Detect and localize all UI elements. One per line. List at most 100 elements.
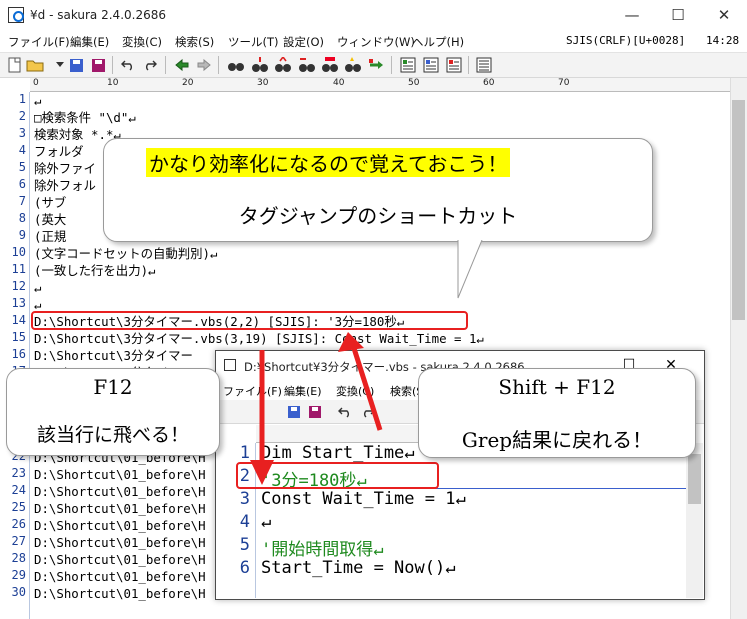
line-number: 10 (11, 245, 26, 259)
search-icon[interactable] (226, 55, 246, 75)
line-number: 29 (11, 568, 26, 582)
w2-line-number: 6 (239, 558, 250, 578)
settings-icon[interactable] (474, 55, 494, 75)
toolbar-separator (165, 56, 166, 74)
jump-back-icon[interactable] (172, 55, 192, 75)
outline-icon[interactable] (398, 55, 418, 75)
callout-right-key: Shift + F12 (498, 375, 616, 399)
line14-highlight-box (31, 311, 468, 330)
file-icon (224, 359, 236, 371)
menu-settings[interactable]: 設定(O) (283, 34, 324, 50)
ruler-label: 50 (408, 78, 420, 88)
search-next-icon[interactable] (250, 55, 270, 75)
editor-line: D:\Shortcut\01_before\H (34, 518, 206, 533)
line-number: 27 (11, 534, 26, 548)
line-number: 26 (11, 517, 26, 531)
line-number: 28 (11, 551, 26, 565)
status-encoding: SJIS(CRLF)[U+0028] (566, 34, 686, 47)
mark-icon[interactable] (320, 55, 340, 75)
editor-line: □検索条件 "\d"↵ (34, 110, 136, 125)
compare-icon[interactable] (421, 55, 441, 75)
undo-icon[interactable] (118, 55, 138, 75)
ruler-label: 0 (33, 78, 39, 88)
redo-icon[interactable] (140, 55, 160, 75)
line-number: 6 (18, 177, 26, 191)
status-time: 14:28 (706, 34, 740, 47)
editor-line: D:\Shortcut\01_before\H (34, 484, 206, 499)
new-file-icon[interactable] (5, 55, 25, 75)
editor-line: 除外フォル (34, 178, 96, 193)
ruler-label: 20 (182, 78, 194, 88)
second-window-scrollbar-thumb[interactable] (688, 454, 701, 504)
editor-line: D:\Shortcut\01_before\H (34, 569, 206, 584)
editor-line: ↵ (34, 280, 42, 295)
jump-forward-icon[interactable] (194, 55, 214, 75)
arrows-overlay (250, 332, 383, 485)
w2-line-number: 5 (239, 535, 250, 555)
ruler-label: 70 (558, 78, 570, 88)
line-number: 24 (11, 483, 26, 497)
line-number: 14 (11, 313, 26, 327)
line-number: 15 (11, 330, 26, 344)
editor-line: (一致した行を出力)↵ (34, 263, 156, 278)
callout-right-text: Grep結果に戻れる！ (461, 428, 653, 452)
menu-help[interactable]: ヘルプ(H) (412, 34, 464, 50)
line-number: 2 (18, 109, 26, 123)
editor-line: D:\Shortcut\3分タイマー (34, 348, 193, 363)
grep-icon[interactable] (343, 55, 363, 75)
ruler-label: 60 (483, 78, 495, 88)
editor-line: ↵ (34, 93, 42, 108)
up-arrow (349, 341, 383, 431)
toolbar-separator (218, 56, 219, 74)
line-number: 4 (18, 143, 26, 157)
up-arrow-head (338, 332, 364, 352)
save-all-icon[interactable] (88, 55, 108, 75)
search-prev-icon[interactable] (273, 55, 293, 75)
line-number: 11 (11, 262, 26, 276)
callout-left-key: F12 (93, 375, 133, 399)
line-number: 25 (11, 500, 26, 514)
line-number: 30 (11, 585, 26, 599)
menu-edit[interactable]: 編集(E) (70, 34, 109, 50)
ruler-label: 10 (107, 78, 119, 88)
tag-jump-icon[interactable] (367, 55, 387, 75)
menu-search[interactable]: 検索(S) (175, 34, 214, 50)
close-button[interactable]: ✕ (701, 0, 747, 30)
editor-line: (正規 (34, 229, 67, 244)
menu-tools[interactable]: ツール(T) (228, 34, 279, 50)
editor-line: D:\Shortcut\01_before\H (34, 501, 206, 516)
menu-file[interactable]: ファイル(F) (8, 34, 70, 50)
callout-top-title: かなり効率化になるので覚えておこう！ (146, 148, 511, 177)
ruler-label: 40 (333, 78, 345, 88)
line-number: 23 (11, 466, 26, 480)
function-list-icon[interactable] (444, 55, 464, 75)
editor-line: D:\Shortcut\01_before\H (34, 535, 206, 550)
editor-line: (文字コードセットの自動判別)↵ (34, 246, 218, 261)
toolbar-separator (112, 56, 113, 74)
toolbar-separator (468, 56, 469, 74)
editor-line: D:\Shortcut\01_before\H (34, 467, 206, 482)
line-number: 13 (11, 296, 26, 310)
app-search-icon (8, 7, 24, 23)
down-arrow-head (250, 460, 274, 485)
open-folder-icon[interactable] (25, 55, 45, 75)
line-number: 1 (18, 92, 26, 106)
menu-convert[interactable]: 変換(C) (122, 34, 162, 50)
minimize-button[interactable]: — (609, 0, 655, 30)
editor-line: D:\Shortcut\01_before\H (34, 586, 206, 601)
replace-icon[interactable] (297, 55, 317, 75)
maximize-button[interactable]: ☐ (655, 0, 701, 30)
w2-editor-line: Start_Time = Now()↵ (261, 558, 456, 578)
save-icon[interactable] (66, 55, 86, 75)
line-number: 9 (18, 228, 26, 242)
ruler-label: 30 (257, 78, 269, 88)
editor-line: フォルダ (34, 144, 84, 159)
window-title: ¥d - sakura 2.4.0.2686 (30, 8, 166, 22)
line-number: 3 (18, 126, 26, 140)
w2-editor-line: '開始時間取得↵ (261, 540, 384, 560)
callout-top-tail (457, 240, 483, 299)
editor-line: 除外ファイ (34, 161, 96, 176)
callout-left-text: 該当行に飛べる！ (36, 424, 189, 446)
menu-window[interactable]: ウィンドウ(W) (337, 34, 415, 50)
line-number: 16 (11, 347, 26, 361)
